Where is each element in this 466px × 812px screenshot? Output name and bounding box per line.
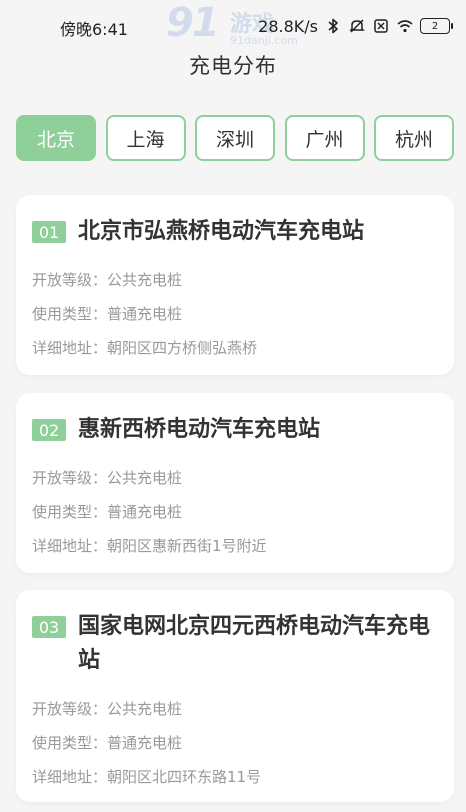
- tab-shenzhen[interactable]: 深圳: [195, 115, 275, 161]
- address-row: 详细地址：朝阳区北四环东路11号: [32, 760, 438, 794]
- sim-off-icon: [374, 19, 388, 33]
- use-type-label: 使用类型：: [32, 734, 108, 752]
- tab-beijing[interactable]: 北京: [16, 115, 96, 161]
- status-time: 傍晚6:41: [60, 20, 128, 39]
- battery-icon: 2: [420, 18, 453, 34]
- status-bar: 傍晚6:41 91 游戏 91danji.com 28.8K/s 2: [0, 0, 466, 52]
- use-type-row: 使用类型：普通充电桩: [32, 495, 438, 529]
- use-type-value: 普通充电桩: [107, 503, 183, 521]
- station-name: 国家电网北京四元西桥电动汽车充电站: [78, 614, 431, 673]
- station-number-badge: 03: [32, 616, 66, 638]
- page-title: 充电分布: [189, 54, 277, 78]
- station-card[interactable]: 02 惠新西桥电动汽车充电站 开放等级：公共充电桩 使用类型：普通充电桩 详细地…: [16, 393, 454, 573]
- address-value: 朝阳区北四环东路11号: [107, 768, 262, 786]
- open-level-row: 开放等级：公共充电桩: [32, 461, 438, 495]
- open-level-label: 开放等级：: [32, 469, 108, 487]
- station-card[interactable]: 01 北京市弘燕桥电动汽车充电站 开放等级：公共充电桩 使用类型：普通充电桩 详…: [16, 195, 454, 375]
- open-level-value: 公共充电桩: [107, 700, 183, 718]
- address-row: 详细地址：朝阳区四方桥侧弘燕桥: [32, 331, 438, 365]
- mute-icon: [349, 19, 365, 33]
- tab-guangzhou[interactable]: 广州: [284, 115, 365, 161]
- station-card[interactable]: 03 国家电网北京四元西桥电动汽车充电站 开放等级：公共充电桩 使用类型：普通充…: [16, 590, 454, 802]
- open-level-value: 公共充电桩: [107, 271, 183, 289]
- status-icons: 28.8K/s 2: [258, 14, 453, 38]
- open-level-row: 开放等级：公共充电桩: [32, 692, 438, 726]
- address-row: 详细地址：朝阳区惠新西街1号附近: [32, 529, 438, 563]
- use-type-label: 使用类型：: [32, 503, 108, 521]
- address-label: 详细地址：: [32, 768, 108, 786]
- station-name: 北京市弘燕桥电动汽车充电站: [78, 219, 365, 244]
- open-level-label: 开放等级：: [32, 700, 108, 718]
- city-tabs: 北京 上海 深圳 广州 杭州: [16, 115, 454, 161]
- open-level-row: 开放等级：公共充电桩: [32, 263, 438, 297]
- address-value: 朝阳区四方桥侧弘燕桥: [107, 339, 258, 357]
- use-type-row: 使用类型：普通充电桩: [32, 297, 438, 331]
- watermark-number: 91: [166, 0, 220, 46]
- station-number-badge: 01: [32, 221, 66, 243]
- station-number-badge: 02: [32, 419, 66, 441]
- address-label: 详细地址：: [32, 537, 108, 555]
- tab-shanghai[interactable]: 上海: [105, 115, 186, 161]
- open-level-label: 开放等级：: [32, 271, 108, 289]
- use-type-row: 使用类型：普通充电桩: [32, 726, 438, 760]
- wifi-icon: [397, 20, 413, 33]
- use-type-label: 使用类型：: [32, 305, 108, 323]
- use-type-value: 普通充电桩: [107, 305, 183, 323]
- use-type-value: 普通充电桩: [107, 734, 183, 752]
- bluetooth-icon: [328, 18, 338, 34]
- open-level-value: 公共充电桩: [107, 469, 183, 487]
- address-value: 朝阳区惠新西街1号附近: [107, 537, 267, 555]
- address-label: 详细地址：: [32, 339, 108, 357]
- station-name: 惠新西桥电动汽车充电站: [78, 417, 321, 442]
- network-speed: 28.8K/s: [258, 16, 318, 36]
- tab-hangzhou[interactable]: 杭州: [374, 115, 454, 161]
